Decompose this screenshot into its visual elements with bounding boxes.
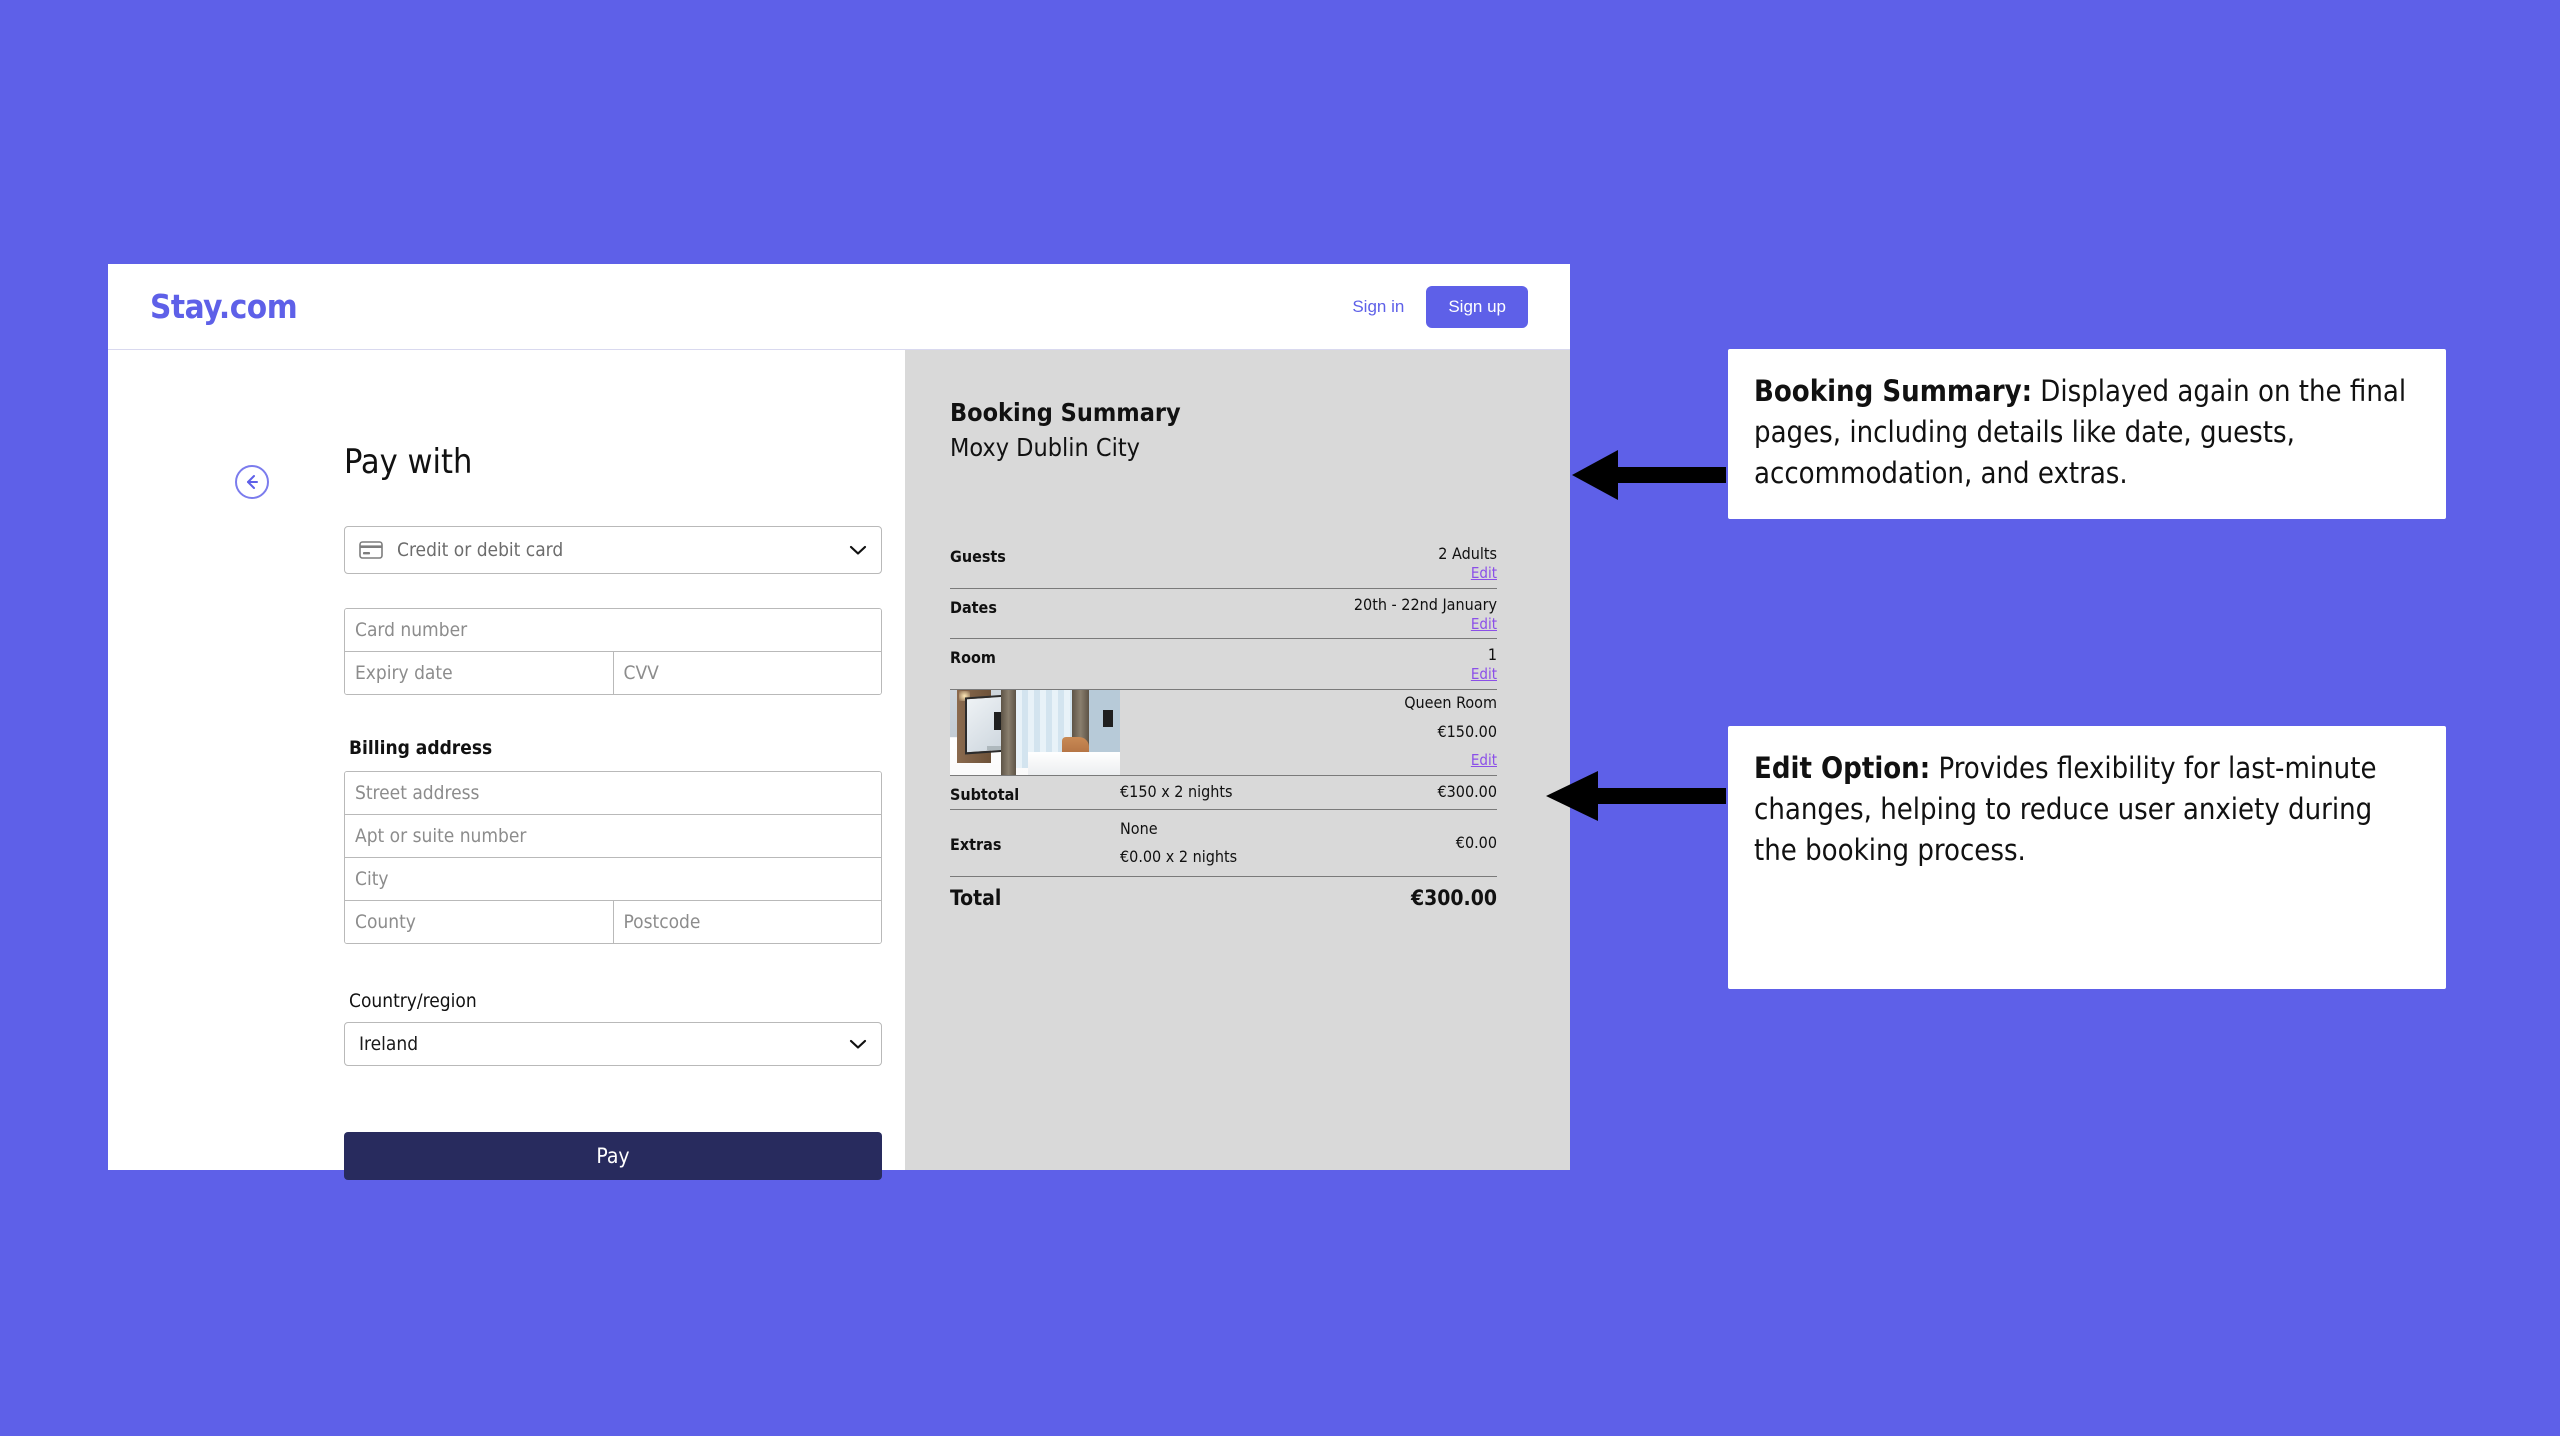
pay-button[interactable]: Pay [344,1132,882,1180]
summary-row-guests: Guests 2 Adults Edit [950,538,1497,589]
summary-row-extras: Extras None €0.00 x 2 nights €0.00 [950,810,1497,877]
guests-label: Guests [950,547,1006,566]
apt-suite-input[interactable]: Apt or suite number [345,815,881,857]
card-number-input[interactable]: Card number [345,609,881,651]
annotation-edit-option-title: Edit Option: [1754,751,1931,785]
extras-label: Extras [950,834,1002,854]
edit-room-type-link[interactable]: Edit [1471,751,1497,771]
summary-row-total: Total €300.00 [950,877,1497,910]
subtotal-value-group: €300.00 [1309,781,1497,802]
room-value-group: 1 Edit [1120,645,1497,685]
room-value: 1 [1487,645,1497,664]
guests-value-group: 2 Adults Edit [1120,544,1497,584]
edit-room-link[interactable]: Edit [1471,665,1497,685]
sign-up-button[interactable]: Sign up [1426,285,1528,328]
credit-card-icon [359,541,383,559]
room-thumbnail [950,689,1120,775]
street-row: Street address [345,772,881,815]
payment-column: Pay with Credit or debit card Card numbe… [108,350,905,1180]
chevron-down-icon [849,1039,867,1049]
extras-value-group: €0.00 [1309,832,1497,853]
dates-value: 20th - 22nd January [1353,594,1497,614]
payment-method-select[interactable]: Credit or debit card [344,526,882,574]
extras-name: None [1120,818,1158,838]
room-detail-info: Queen Room €150.00 Edit [1120,690,1497,775]
edit-guests-link[interactable]: Edit [1471,564,1497,584]
dates-value-group: 20th - 22nd January Edit [1120,595,1497,635]
edit-dates-link[interactable]: Edit [1471,615,1497,635]
annotation-booking-summary-title: Booking Summary: [1754,374,2033,408]
street-address-input[interactable]: Street address [345,772,881,814]
country-region-select[interactable]: Ireland [344,1022,882,1066]
county-postcode-row: County Postcode [345,901,881,943]
brand-logo[interactable]: Stay.com [150,287,298,326]
dates-label: Dates [950,597,997,617]
summary-row-dates: Dates 20th - 22nd January Edit [950,589,1497,639]
app-header: Stay.com Sign in Sign up [108,264,1570,350]
city-input[interactable]: City [345,858,881,900]
city-row: City [345,858,881,901]
summary-row-room-detail: Queen Room €150.00 Edit [950,689,1497,776]
payment-method-value: Credit or debit card [397,539,564,561]
annotation-arrow-edit-option [1546,771,1726,821]
summary-row-subtotal: Subtotal €150 x 2 nights €300.00 [950,776,1497,810]
billing-address-label: Billing address [349,737,493,759]
postcode-input[interactable]: Postcode [612,901,881,943]
subtotal-value: €300.00 [1437,781,1497,801]
hotel-room-photo [950,689,1120,775]
guests-value: 2 Adults [1438,544,1497,563]
annotation-edit-option: Edit Option: Provides flexibility for la… [1726,724,2448,991]
country-region-value: Ireland [359,1033,419,1055]
app-body: Pay with Credit or debit card Card numbe… [108,350,1570,1180]
billing-address-group: Street address Apt or suite number City … [344,771,882,944]
sign-in-link[interactable]: Sign in [1352,297,1404,317]
expiry-cvv-row: Expiry date CVV [345,652,881,694]
county-input[interactable]: County [345,901,613,943]
room-label: Room [950,648,996,667]
hotel-name: Moxy Dublin City [950,433,1140,462]
card-fields-group: Card number Expiry date CVV [344,608,882,695]
back-button[interactable] [235,465,269,499]
payment-form: Pay with Credit or debit card Card numbe… [108,350,905,1180]
extras-calculation: €0.00 x 2 nights [1120,846,1238,866]
subtotal-label: Subtotal [950,784,1020,804]
booking-app-window: Stay.com Sign in Sign up Pay with Credit… [108,264,1570,1180]
country-region-label: Country/region [349,990,477,1012]
card-number-row: Card number [345,609,881,652]
total-label: Total [950,885,1002,910]
chevron-down-icon [849,545,867,555]
booking-summary-panel: Booking Summary Moxy Dublin City Guests … [905,350,1570,1170]
expiry-date-input[interactable]: Expiry date [345,652,613,694]
summary-table: Guests 2 Adults Edit Dates 20th - 22nd J… [950,538,1497,910]
apt-row: Apt or suite number [345,815,881,858]
annotation-arrow-booking-summary [1572,450,1726,500]
booking-summary-title: Booking Summary [950,398,1181,427]
room-price: €150.00 [1437,721,1497,741]
cvv-input[interactable]: CVV [612,652,881,694]
page-title: Pay with [344,442,473,482]
room-type-name: Queen Room [1404,692,1497,712]
arrow-left-circle-icon [247,475,258,489]
annotation-booking-summary: Booking Summary: Displayed again on the … [1726,347,2448,521]
total-value: €300.00 [1410,885,1497,910]
summary-row-room: Room 1 Edit [950,639,1497,690]
subtotal-calculation: €150 x 2 nights [1120,781,1233,801]
extras-detail: None €0.00 x 2 nights [1120,819,1309,867]
extras-value: €0.00 [1455,832,1497,852]
